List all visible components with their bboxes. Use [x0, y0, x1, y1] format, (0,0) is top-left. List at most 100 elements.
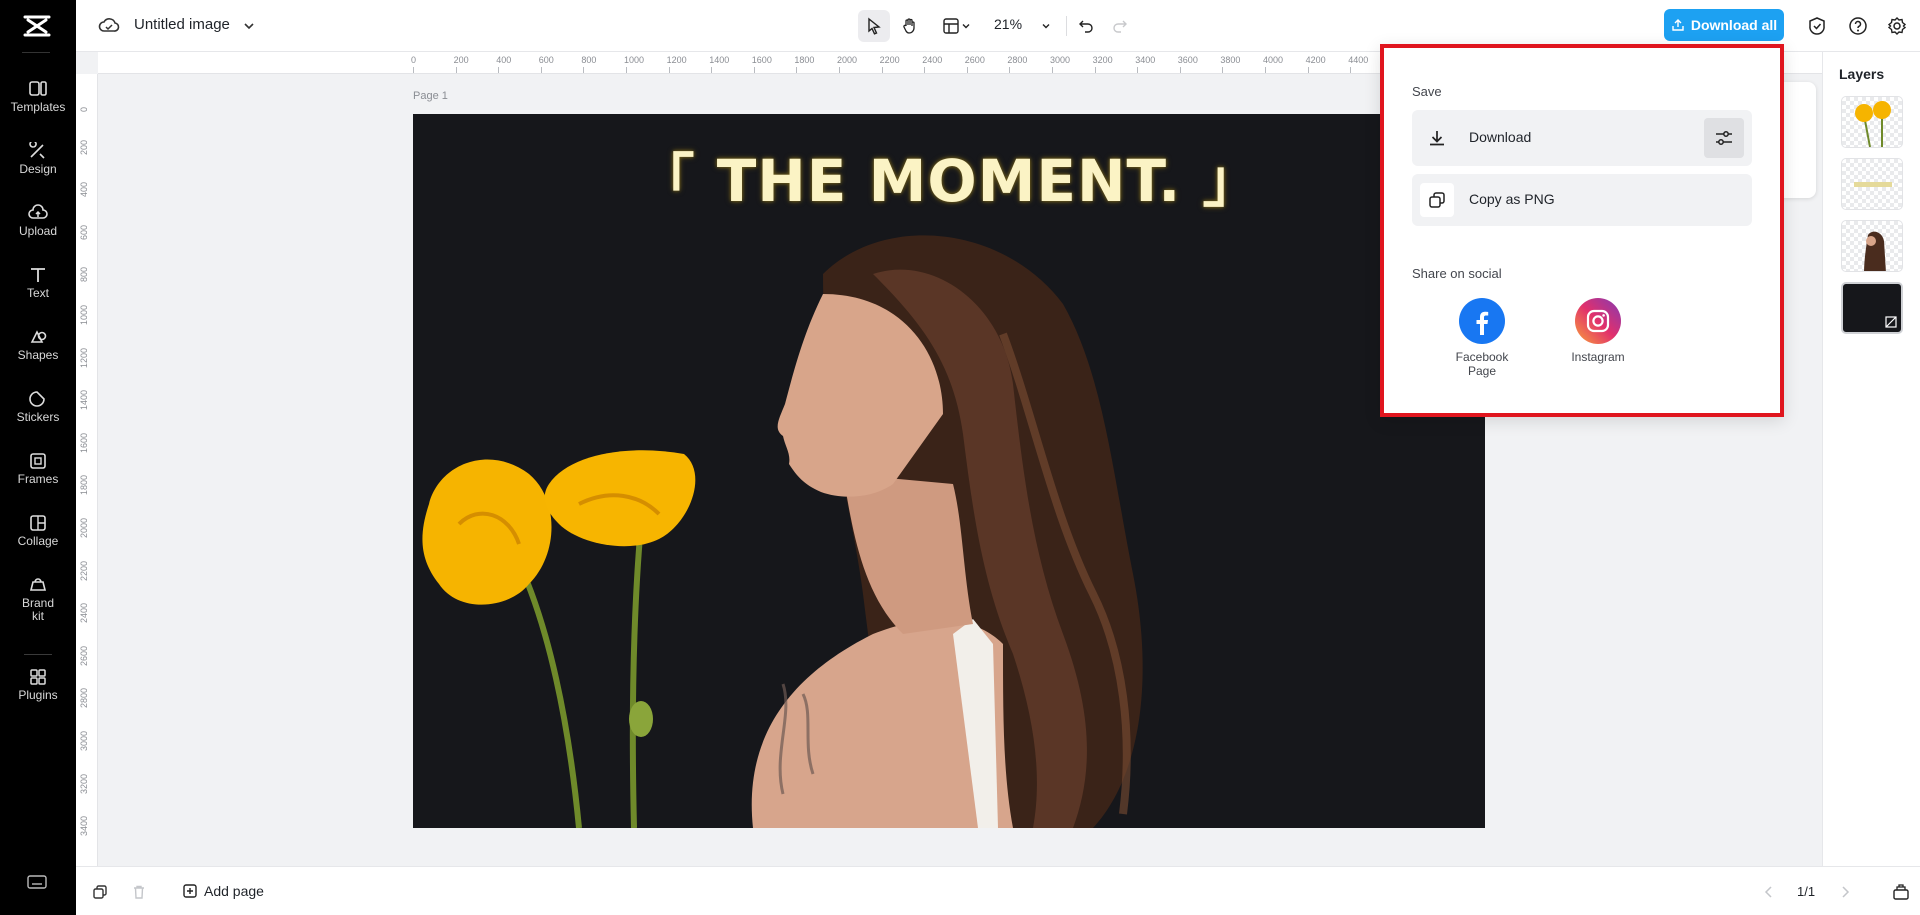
add-page-button[interactable]: Add page: [182, 883, 264, 899]
layout-icon: [943, 18, 959, 34]
next-page-icon[interactable]: [1838, 885, 1852, 899]
duplicate-page-icon[interactable]: [92, 884, 108, 900]
zoom-level[interactable]: 21%: [994, 16, 1022, 32]
layer-item-background[interactable]: [1841, 282, 1903, 334]
copy-as-png-option[interactable]: Copy as PNG: [1412, 174, 1752, 226]
help-icon[interactable]: [1848, 16, 1868, 36]
ruler-tick-label: 4000: [1263, 55, 1284, 65]
undo-button[interactable]: [1072, 10, 1100, 42]
copy-icon: [1429, 192, 1445, 208]
page-label: Page 1: [413, 90, 448, 102]
yellow-poppies-image[interactable]: [419, 444, 709, 828]
select-tool-button[interactable]: [858, 10, 890, 42]
sidebar-item-templates[interactable]: Templates: [0, 80, 76, 130]
ruler-tick-mark: [1052, 67, 1053, 73]
layers-title: Layers: [1839, 66, 1885, 82]
templates-icon: [29, 81, 47, 96]
redo-button[interactable]: [1106, 10, 1134, 42]
undo-icon: [1079, 20, 1093, 33]
download-icon: [1430, 131, 1444, 146]
ruler-tick-label: 1400: [709, 55, 730, 65]
ruler-tick-mark: [1009, 67, 1011, 73]
ruler-tick-mark: [413, 67, 414, 73]
sidebar-item-design[interactable]: Design: [0, 142, 76, 192]
ruler-tick-label: 4200: [1305, 55, 1326, 65]
ruler-tick-mark: [498, 67, 500, 73]
ruler-tick-label: 600: [538, 55, 554, 65]
sidebar-item-shapes[interactable]: Shapes: [0, 328, 76, 378]
ruler-tick-label: 800: [79, 267, 89, 283]
plugins-icon: [30, 669, 46, 685]
sidebar-item-stickers[interactable]: Stickers: [0, 390, 76, 440]
page-counter: 1/1: [1797, 884, 1816, 899]
sidebar-item-label: Text: [26, 286, 49, 300]
stickers-icon: [29, 391, 45, 407]
ruler-tick-label: 2200: [879, 55, 900, 65]
sidebar-item-collage[interactable]: Collage: [0, 514, 76, 564]
layer-item-woman[interactable]: [1841, 220, 1903, 272]
share-facebook-button[interactable]: Facebook Page: [1442, 298, 1522, 378]
page-manager-icon[interactable]: [1892, 883, 1910, 901]
ruler-tick-label: 2400: [79, 603, 89, 624]
add-page-icon: [183, 884, 197, 898]
download-option[interactable]: Download: [1412, 110, 1752, 166]
ruler-tick-label: 2800: [79, 688, 89, 709]
ruler-tick-label: 3200: [79, 773, 89, 794]
layout-tool-button[interactable]: [936, 10, 978, 42]
copy-icon-box: [1420, 183, 1454, 217]
sidebar-item-text[interactable]: Text: [0, 266, 76, 316]
toolbar-divider: [1066, 16, 1067, 36]
ruler-tick-mark: [839, 67, 840, 73]
download-settings-button[interactable]: [1704, 118, 1744, 158]
sidebar-item-label: Frames: [17, 472, 59, 486]
ruler-tick-label: 1000: [79, 304, 89, 325]
sidebar-item-frames[interactable]: Frames: [0, 452, 76, 502]
ruler-tick-label: 2000: [837, 55, 858, 65]
chevron-down-icon[interactable]: [242, 19, 256, 33]
cloud-sync-icon[interactable]: [98, 15, 120, 35]
ruler-tick-mark: [1307, 67, 1309, 73]
delete-page-icon[interactable]: [131, 884, 147, 900]
sidebar-item-label: Collage: [17, 534, 59, 548]
document-title[interactable]: Untitled image: [134, 16, 230, 33]
headline-text[interactable]: 「 THE MOMENT. 」: [413, 134, 1485, 218]
layer-item-headline[interactable]: [1841, 158, 1903, 210]
ruler-tick-mark: [455, 67, 457, 73]
download-popover: Save Download Copy as PNG Share on socia…: [1380, 44, 1784, 417]
ruler-tick-mark: [711, 67, 713, 73]
sidebar-item-label: Design: [19, 162, 57, 176]
ruler-tick-mark: [966, 67, 968, 73]
sidebar-item-plugins[interactable]: Plugins: [0, 668, 76, 718]
zoom-dropdown-button[interactable]: [1034, 10, 1058, 42]
share-instagram-button[interactable]: Instagram: [1558, 298, 1638, 364]
ruler-tick-label: 200: [79, 139, 89, 155]
ruler-tick-mark: [881, 67, 883, 73]
previous-page-icon[interactable]: [1762, 885, 1776, 899]
vertical-ruler: 0 200 400 600 800 1000 1200 1400 1600 1800 2000 220…: [76, 74, 98, 866]
design-page[interactable]: 「 THE MOMENT. 」: [413, 114, 1485, 828]
export-icon: [1672, 19, 1684, 31]
sidebar-divider: [24, 654, 52, 655]
chevron-down-icon: [1042, 24, 1050, 29]
hand-tool-button[interactable]: [894, 10, 926, 42]
collage-icon: [30, 515, 46, 531]
woman-portrait-image[interactable]: [673, 214, 1193, 828]
woman-thumbnail: [1864, 231, 1886, 271]
ruler-tick-label: 1000: [624, 55, 645, 65]
background-layer-icon: [1885, 316, 1897, 328]
keyboard-shortcuts-icon[interactable]: [26, 874, 48, 890]
layer-item-flowers[interactable]: [1841, 96, 1903, 148]
ruler-tick-label: 400: [496, 55, 512, 65]
ruler-tick-label: 1600: [751, 55, 772, 65]
sidebar-item-upload[interactable]: Upload: [0, 204, 76, 254]
ruler-tick-label: 4400: [1348, 55, 1369, 65]
sidebar-item-brand-kit[interactable]: Brand kit: [0, 576, 76, 626]
shield-check-icon[interactable]: [1807, 16, 1827, 36]
capcut-logo-icon[interactable]: [22, 12, 52, 40]
ruler-tick-label: 3200: [1092, 55, 1113, 65]
ruler-tick-label: 3400: [79, 816, 89, 837]
download-all-button[interactable]: Download all: [1664, 9, 1784, 41]
sidebar-divider: [22, 52, 50, 53]
ruler-tick-mark: [1179, 67, 1181, 73]
gear-icon[interactable]: [1887, 16, 1907, 36]
